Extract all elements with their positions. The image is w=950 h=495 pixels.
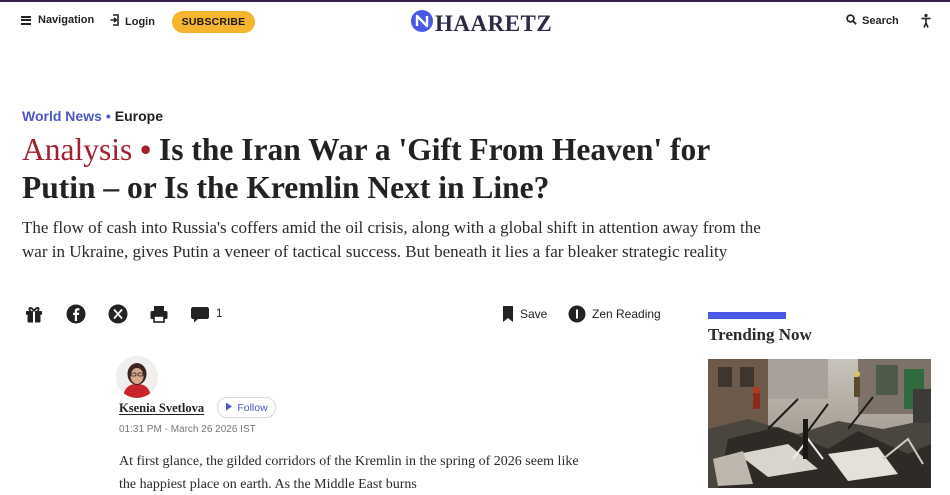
follow-author-button[interactable]: Follow [217, 397, 276, 418]
article-headline: Analysis • Is the Iran War a 'Gift From … [22, 131, 782, 207]
search-button[interactable]: Search [846, 14, 899, 28]
bookmark-icon [502, 305, 514, 323]
gift-icon [24, 304, 44, 324]
trending-title: Trending Now [708, 325, 812, 344]
login-button[interactable]: Login [110, 14, 155, 29]
site-header: Navigation Login SUBSCRIBE HAARETZ Searc… [0, 2, 950, 40]
print-icon [149, 304, 169, 324]
share-facebook-button[interactable] [66, 302, 86, 326]
accessibility-button[interactable] [920, 13, 932, 29]
facebook-icon [66, 304, 86, 324]
article-toolbar: 1 Save Zen Reading [22, 302, 682, 328]
follow-label: Follow [237, 401, 268, 414]
follow-icon [225, 402, 233, 414]
haaretz-logo-icon [411, 10, 433, 37]
author-avatar[interactable] [116, 356, 158, 398]
x-twitter-icon [108, 304, 128, 324]
zen-reading-icon [568, 305, 586, 323]
article-kicker: Analysis [22, 132, 133, 167]
save-button[interactable]: Save [502, 302, 547, 326]
article-body-paragraph: At first glance, the gilded corridors of… [119, 454, 579, 492]
search-label: Search [862, 15, 899, 27]
trending-accent-bar [708, 312, 786, 319]
share-x-button[interactable] [108, 302, 128, 326]
article-subtitle: The flow of cash into Russia's coffers a… [22, 218, 761, 261]
comments-button[interactable]: 1 [190, 302, 222, 326]
navigation-button[interactable]: Navigation [21, 14, 94, 26]
subscribe-button[interactable]: SUBSCRIBE [172, 11, 255, 33]
accessibility-icon [920, 13, 932, 33]
trending-story-image[interactable] [708, 359, 931, 488]
comment-count: 1 [216, 308, 223, 320]
hamburger-menu-icon [21, 15, 31, 25]
print-button[interactable] [149, 302, 169, 326]
zen-reading-button[interactable]: Zen Reading [568, 302, 661, 326]
navigation-label: Navigation [38, 14, 95, 26]
article-timestamp: 01:31 PM - March 26 2026 IST [119, 424, 256, 435]
search-icon [846, 14, 857, 28]
kicker-separator: • [140, 132, 152, 167]
login-label: Login [125, 15, 155, 28]
login-icon [110, 14, 120, 29]
breadcrumb-subsection-link[interactable]: Europe [115, 108, 163, 124]
gift-article-button[interactable] [24, 302, 44, 326]
breadcrumb-separator: • [105, 108, 111, 124]
zen-reading-label: Zen Reading [592, 307, 661, 321]
save-label: Save [520, 307, 548, 321]
logo-text: HAARETZ [435, 10, 553, 36]
breadcrumb-section-link[interactable]: World News [22, 108, 102, 124]
breadcrumb: World News • Europe [22, 108, 163, 124]
author-name-link[interactable]: Ksenia Svetlova [119, 401, 204, 416]
haaretz-logo[interactable]: HAARETZ [411, 10, 552, 37]
comment-icon [190, 304, 210, 324]
